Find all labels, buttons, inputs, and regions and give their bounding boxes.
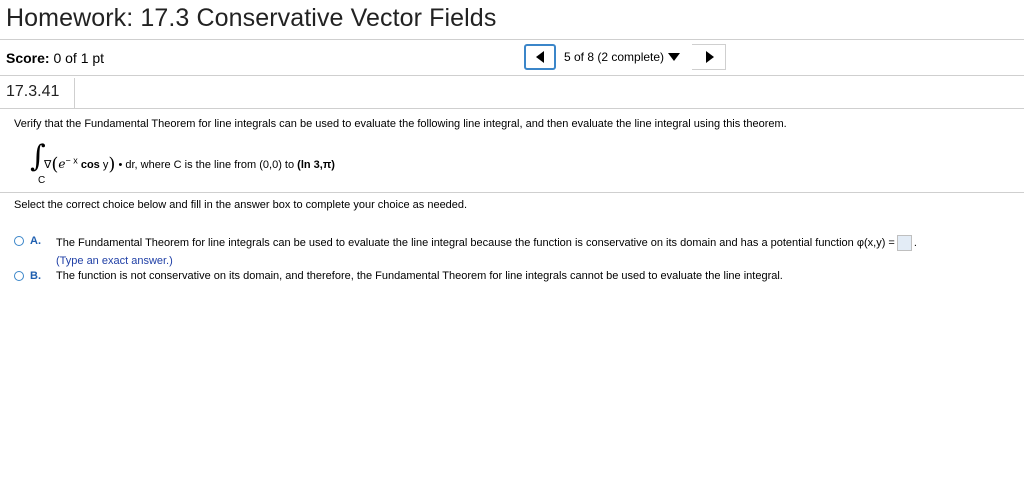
integral-tail-text: dr, where C is the line from (0,0) to	[125, 159, 298, 171]
choice-a: A. The Fundamental Theorem for line inte…	[14, 235, 917, 267]
divider	[0, 108, 1024, 109]
question-number-divider	[74, 78, 75, 108]
instruction-text: Select the correct choice below and fill…	[14, 199, 468, 211]
choice-b-letter: B.	[30, 270, 41, 282]
triangle-down-icon	[668, 53, 681, 61]
question-number: 17.3.41	[6, 83, 60, 100]
previous-question-button[interactable]	[524, 44, 556, 70]
next-question-button[interactable]	[694, 44, 726, 70]
page-title: Homework: 17.3 Conservative Vector Field…	[6, 4, 497, 32]
score: Score: 0 of 1 pt	[6, 50, 104, 66]
choice-a-text: The Fundamental Theorem for line integra…	[56, 236, 895, 249]
choice-a-suffix: .	[913, 236, 917, 249]
cos-function: cos	[80, 159, 100, 171]
question-prompt: Verify that the Fundamental Theorem for …	[14, 118, 787, 130]
triangle-left-icon	[536, 51, 544, 63]
choice-a-content: The Fundamental Theorem for line integra…	[56, 235, 917, 267]
divider	[0, 75, 1024, 76]
potential-function-answer-box[interactable]	[896, 235, 912, 251]
score-value: 0 of 1 pt	[53, 50, 105, 66]
divider	[0, 39, 1024, 40]
question-progress-label: 5 of 8 (2 complete)	[564, 50, 665, 64]
integrand: ∇(e− x cos y) • dr, where C is the line …	[44, 154, 335, 175]
choice-a-hint: (Type an exact answer.)	[56, 255, 173, 267]
integral-subscript: C	[38, 175, 46, 186]
choice-b: B. The function is not conservative on i…	[14, 270, 783, 282]
exp-power: − x	[65, 155, 78, 166]
score-label: Score:	[6, 50, 50, 66]
divider	[0, 192, 1024, 193]
choice-a-radio[interactable]	[14, 236, 24, 246]
choice-b-text: The function is not conservative on its …	[56, 270, 783, 282]
triangle-right-icon	[706, 51, 714, 63]
integral-endpoint: (ln 3,π)	[297, 159, 335, 171]
question-selector[interactable]: 5 of 8 (2 complete)	[558, 44, 692, 70]
exp-base: e	[58, 157, 66, 171]
dot-product-symbol: •	[118, 159, 123, 171]
choice-a-letter: A.	[30, 235, 41, 247]
choice-b-radio[interactable]	[14, 271, 24, 281]
